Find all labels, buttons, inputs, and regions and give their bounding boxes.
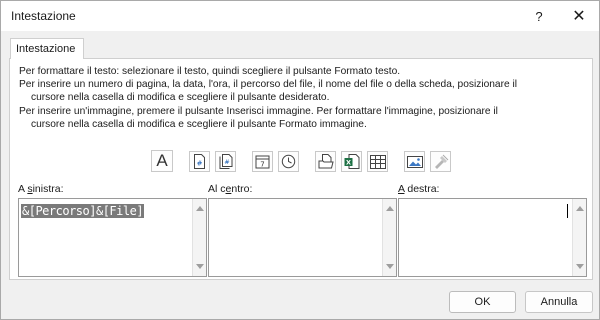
- instruction-line: cursore nella casella di modifica e sceg…: [31, 119, 367, 130]
- format-text-icon: A: [156, 151, 168, 170]
- file-name-icon: X: [344, 154, 359, 169]
- close-button[interactable]: ✕: [559, 1, 599, 31]
- right-section-label: A destra:: [398, 183, 440, 195]
- page-count-icon: #: [219, 154, 232, 169]
- tab-panel: Per formattare il testo: selezionare il …: [9, 58, 593, 280]
- header-dialog: Intestazione ? ✕ Intestazione Per format…: [0, 0, 600, 320]
- left-section-input[interactable]: &[Percorso]&[File]: [18, 198, 207, 277]
- time-button[interactable]: [278, 151, 299, 172]
- format-text-button[interactable]: A: [151, 150, 173, 172]
- title-bar: Intestazione ? ✕: [1, 1, 599, 31]
- file-path-button[interactable]: [315, 151, 336, 172]
- scroll-down-icon[interactable]: [386, 264, 394, 269]
- cancel-button[interactable]: Annulla: [525, 291, 593, 313]
- insert-picture-button[interactable]: [404, 151, 425, 172]
- sheet-name-icon: [369, 154, 386, 169]
- instruction-line: Per inserire un numero di pagina, la dat…: [19, 79, 518, 90]
- scroll-up-icon[interactable]: [576, 206, 584, 211]
- right-section-scrollbar[interactable]: [572, 199, 586, 276]
- format-picture-button[interactable]: [430, 151, 451, 172]
- scroll-down-icon[interactable]: [576, 264, 584, 269]
- right-section-input[interactable]: [398, 198, 587, 277]
- page-count-button[interactable]: #: [215, 151, 236, 172]
- ok-button[interactable]: OK: [449, 291, 516, 313]
- left-section-value: &[Percorso]&[File]: [21, 204, 145, 218]
- text-caret: [567, 204, 568, 218]
- date-icon: 7: [255, 155, 270, 169]
- center-section-scrollbar[interactable]: [382, 199, 396, 276]
- svg-text:#: #: [224, 158, 229, 166]
- dialog-title: Intestazione: [11, 9, 76, 23]
- svg-text:X: X: [345, 159, 350, 167]
- file-name-button[interactable]: X: [341, 151, 362, 172]
- date-button[interactable]: 7: [252, 151, 273, 172]
- page-number-button[interactable]: #: [189, 151, 210, 172]
- left-section-scrollbar[interactable]: [192, 199, 206, 276]
- svg-text:7: 7: [260, 161, 264, 169]
- help-button[interactable]: ?: [519, 1, 559, 31]
- instruction-line: Per inserire un'immagine, premere il pul…: [19, 106, 498, 117]
- scroll-down-icon[interactable]: [196, 264, 204, 269]
- scroll-up-icon[interactable]: [386, 206, 394, 211]
- left-section-label: A sinistra:: [18, 183, 64, 195]
- format-picture-icon: [434, 154, 448, 169]
- instruction-line: Per formattare il testo: selezionare il …: [19, 66, 401, 77]
- sheet-name-button[interactable]: [367, 151, 388, 172]
- page-number-icon: #: [194, 154, 205, 169]
- center-section-label: Al centro:: [208, 183, 253, 195]
- file-path-icon: [318, 154, 334, 169]
- center-section-input[interactable]: [208, 198, 397, 277]
- instruction-line: cursore nella casella di modifica e sceg…: [31, 92, 330, 103]
- tab-intestazione[interactable]: Intestazione: [10, 38, 84, 59]
- insert-picture-icon: [406, 155, 423, 168]
- time-icon: [281, 154, 296, 169]
- scroll-up-icon[interactable]: [196, 206, 204, 211]
- svg-text:#: #: [197, 160, 203, 168]
